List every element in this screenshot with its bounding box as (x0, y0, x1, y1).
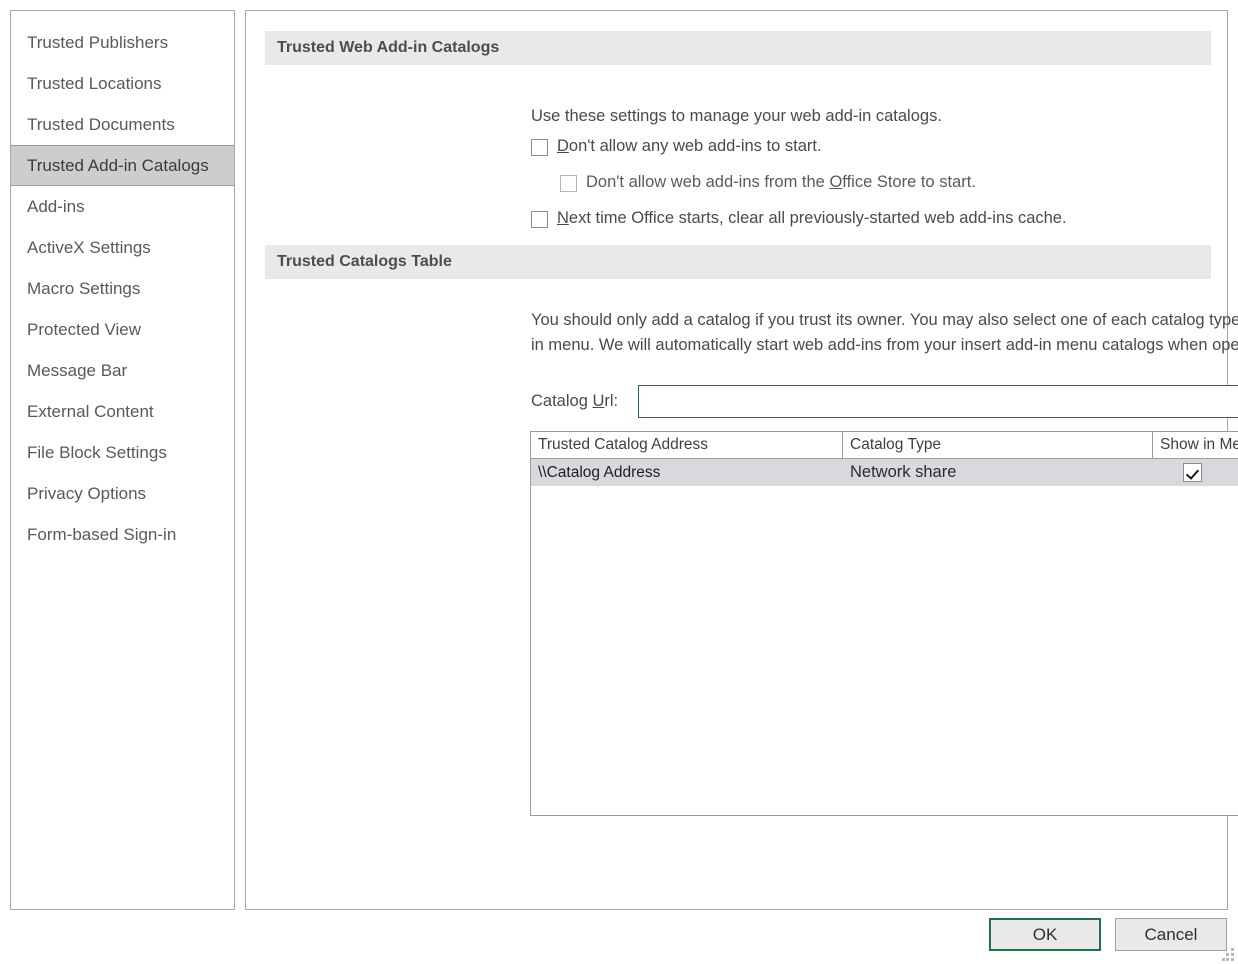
sidebar-item-label: Privacy Options (27, 484, 146, 503)
column-header-catalog-type[interactable]: Catalog Type (843, 432, 1153, 458)
label-rest: on't allow any web add-ins to start. (569, 137, 822, 155)
sidebar-item-label: ActiveX Settings (27, 238, 151, 257)
checkbox-row-disallow-office-store[interactable]: Don't allow web add-ins from the Office … (560, 172, 976, 193)
category-sidebar: Trusted Publishers Trusted Locations Trust… (10, 10, 235, 910)
checkbox-clear-cache-next-start[interactable] (531, 211, 548, 228)
sidebar-item-privacy-options[interactable]: Privacy Options (11, 473, 234, 514)
catalogs-table-description: You should only add a catalog if you tru… (531, 308, 1238, 358)
sidebar-item-label: Form-based Sign-in (27, 525, 176, 544)
sidebar-item-trusted-publishers[interactable]: Trusted Publishers (11, 22, 234, 63)
checkbox-label-disallow-office-store: Don't allow web add-ins from the Office … (586, 172, 976, 193)
sidebar-item-macro-settings[interactable]: Macro Settings (11, 268, 234, 309)
checkbox-label-clear-cache-next-start: Next time Office starts, clear all previ… (557, 208, 1067, 229)
sidebar-item-file-block-settings[interactable]: File Block Settings (11, 432, 234, 473)
grip-dot (1226, 958, 1229, 961)
accel-letter: O (829, 173, 842, 191)
cancel-button[interactable]: Cancel (1115, 918, 1227, 951)
resize-grip-icon[interactable] (1222, 948, 1235, 961)
checkbox-row-disallow-all-web-addins[interactable]: Don't allow any web add-ins to start. (531, 136, 822, 157)
trust-center-dialog: Trusted Publishers Trusted Locations Trust… (0, 0, 1238, 964)
label-pre: Catalog (531, 392, 592, 410)
content-pane: Trusted Web Add-in Catalogs Use these se… (245, 10, 1228, 910)
catalog-url-label: Catalog Url: (531, 392, 618, 411)
sidebar-item-label: File Block Settings (27, 443, 167, 462)
sidebar-item-trusted-add-in-catalogs[interactable]: Trusted Add-in Catalogs (11, 145, 234, 186)
column-header-trusted-catalog-address[interactable]: Trusted Catalog Address (531, 432, 843, 458)
sidebar-item-label: Trusted Documents (27, 115, 175, 134)
table-row[interactable]: \\Catalog AddressNetwork share (531, 459, 1238, 486)
label-pre: Don't allow web add-ins from the (586, 173, 829, 191)
section-header-catalogs-table: Trusted Catalogs Table (265, 245, 1211, 279)
accel-letter: D (557, 137, 569, 155)
sidebar-item-label: Trusted Add-in Catalogs (27, 156, 209, 175)
sidebar-item-activex-settings[interactable]: ActiveX Settings (11, 227, 234, 268)
sidebar-item-label: Message Bar (27, 361, 127, 380)
sidebar-item-label: External Content (27, 402, 154, 421)
label-rest: ffice Store to start. (842, 173, 976, 191)
label-rest: ext time Office starts, clear all previo… (569, 209, 1067, 227)
sidebar-item-form-based-sign-in[interactable]: Form-based Sign-in (11, 514, 234, 555)
sidebar-item-add-ins[interactable]: Add-ins (11, 186, 234, 227)
trusted-catalogs-list[interactable]: Trusted Catalog Address Catalog Type Sho… (530, 431, 1238, 816)
checkbox-row-clear-cache-next-start[interactable]: Next time Office starts, clear all previ… (531, 208, 1067, 229)
cell-show-in-menu (1153, 463, 1238, 482)
web-catalogs-description: Use these settings to manage your web ad… (531, 104, 942, 129)
accel-letter: U (592, 392, 604, 410)
cell-catalog-type: Network share (843, 463, 1153, 482)
checkbox-disallow-office-store[interactable] (560, 175, 577, 192)
sidebar-item-label: Trusted Locations (27, 74, 162, 93)
sidebar-item-label: Add-ins (27, 197, 85, 216)
checkbox-label-disallow-all-web-addins: Don't allow any web add-ins to start. (557, 136, 822, 157)
cell-trusted-catalog-address: \\Catalog Address (531, 464, 843, 482)
sidebar-item-label: Protected View (27, 320, 141, 339)
label-rest: rl: (604, 392, 618, 410)
grip-dot (1231, 953, 1234, 956)
table-header-row: Trusted Catalog Address Catalog Type Sho… (531, 432, 1238, 459)
table-body: \\Catalog AddressNetwork share (531, 459, 1238, 486)
column-header-show-in-menu[interactable]: Show in Menu (1153, 432, 1238, 458)
accel-letter: N (557, 209, 569, 227)
sidebar-item-message-bar[interactable]: Message Bar (11, 350, 234, 391)
sidebar-item-protected-view[interactable]: Protected View (11, 309, 234, 350)
sidebar-item-label: Trusted Publishers (27, 33, 168, 52)
sidebar-item-trusted-locations[interactable]: Trusted Locations (11, 63, 234, 104)
checkbox-show-in-menu[interactable] (1183, 463, 1202, 482)
section-header-web-catalogs: Trusted Web Add-in Catalogs (265, 31, 1211, 65)
checkbox-disallow-all-web-addins[interactable] (531, 139, 548, 156)
catalog-url-input[interactable] (638, 385, 1238, 418)
grip-dot (1226, 953, 1229, 956)
sidebar-item-external-content[interactable]: External Content (11, 391, 234, 432)
grip-dot (1231, 958, 1234, 961)
ok-button[interactable]: OK (989, 918, 1101, 951)
grip-dot (1231, 948, 1234, 951)
sidebar-item-trusted-documents[interactable]: Trusted Documents (11, 104, 234, 145)
grip-dot (1222, 958, 1225, 961)
sidebar-item-label: Macro Settings (27, 279, 140, 298)
